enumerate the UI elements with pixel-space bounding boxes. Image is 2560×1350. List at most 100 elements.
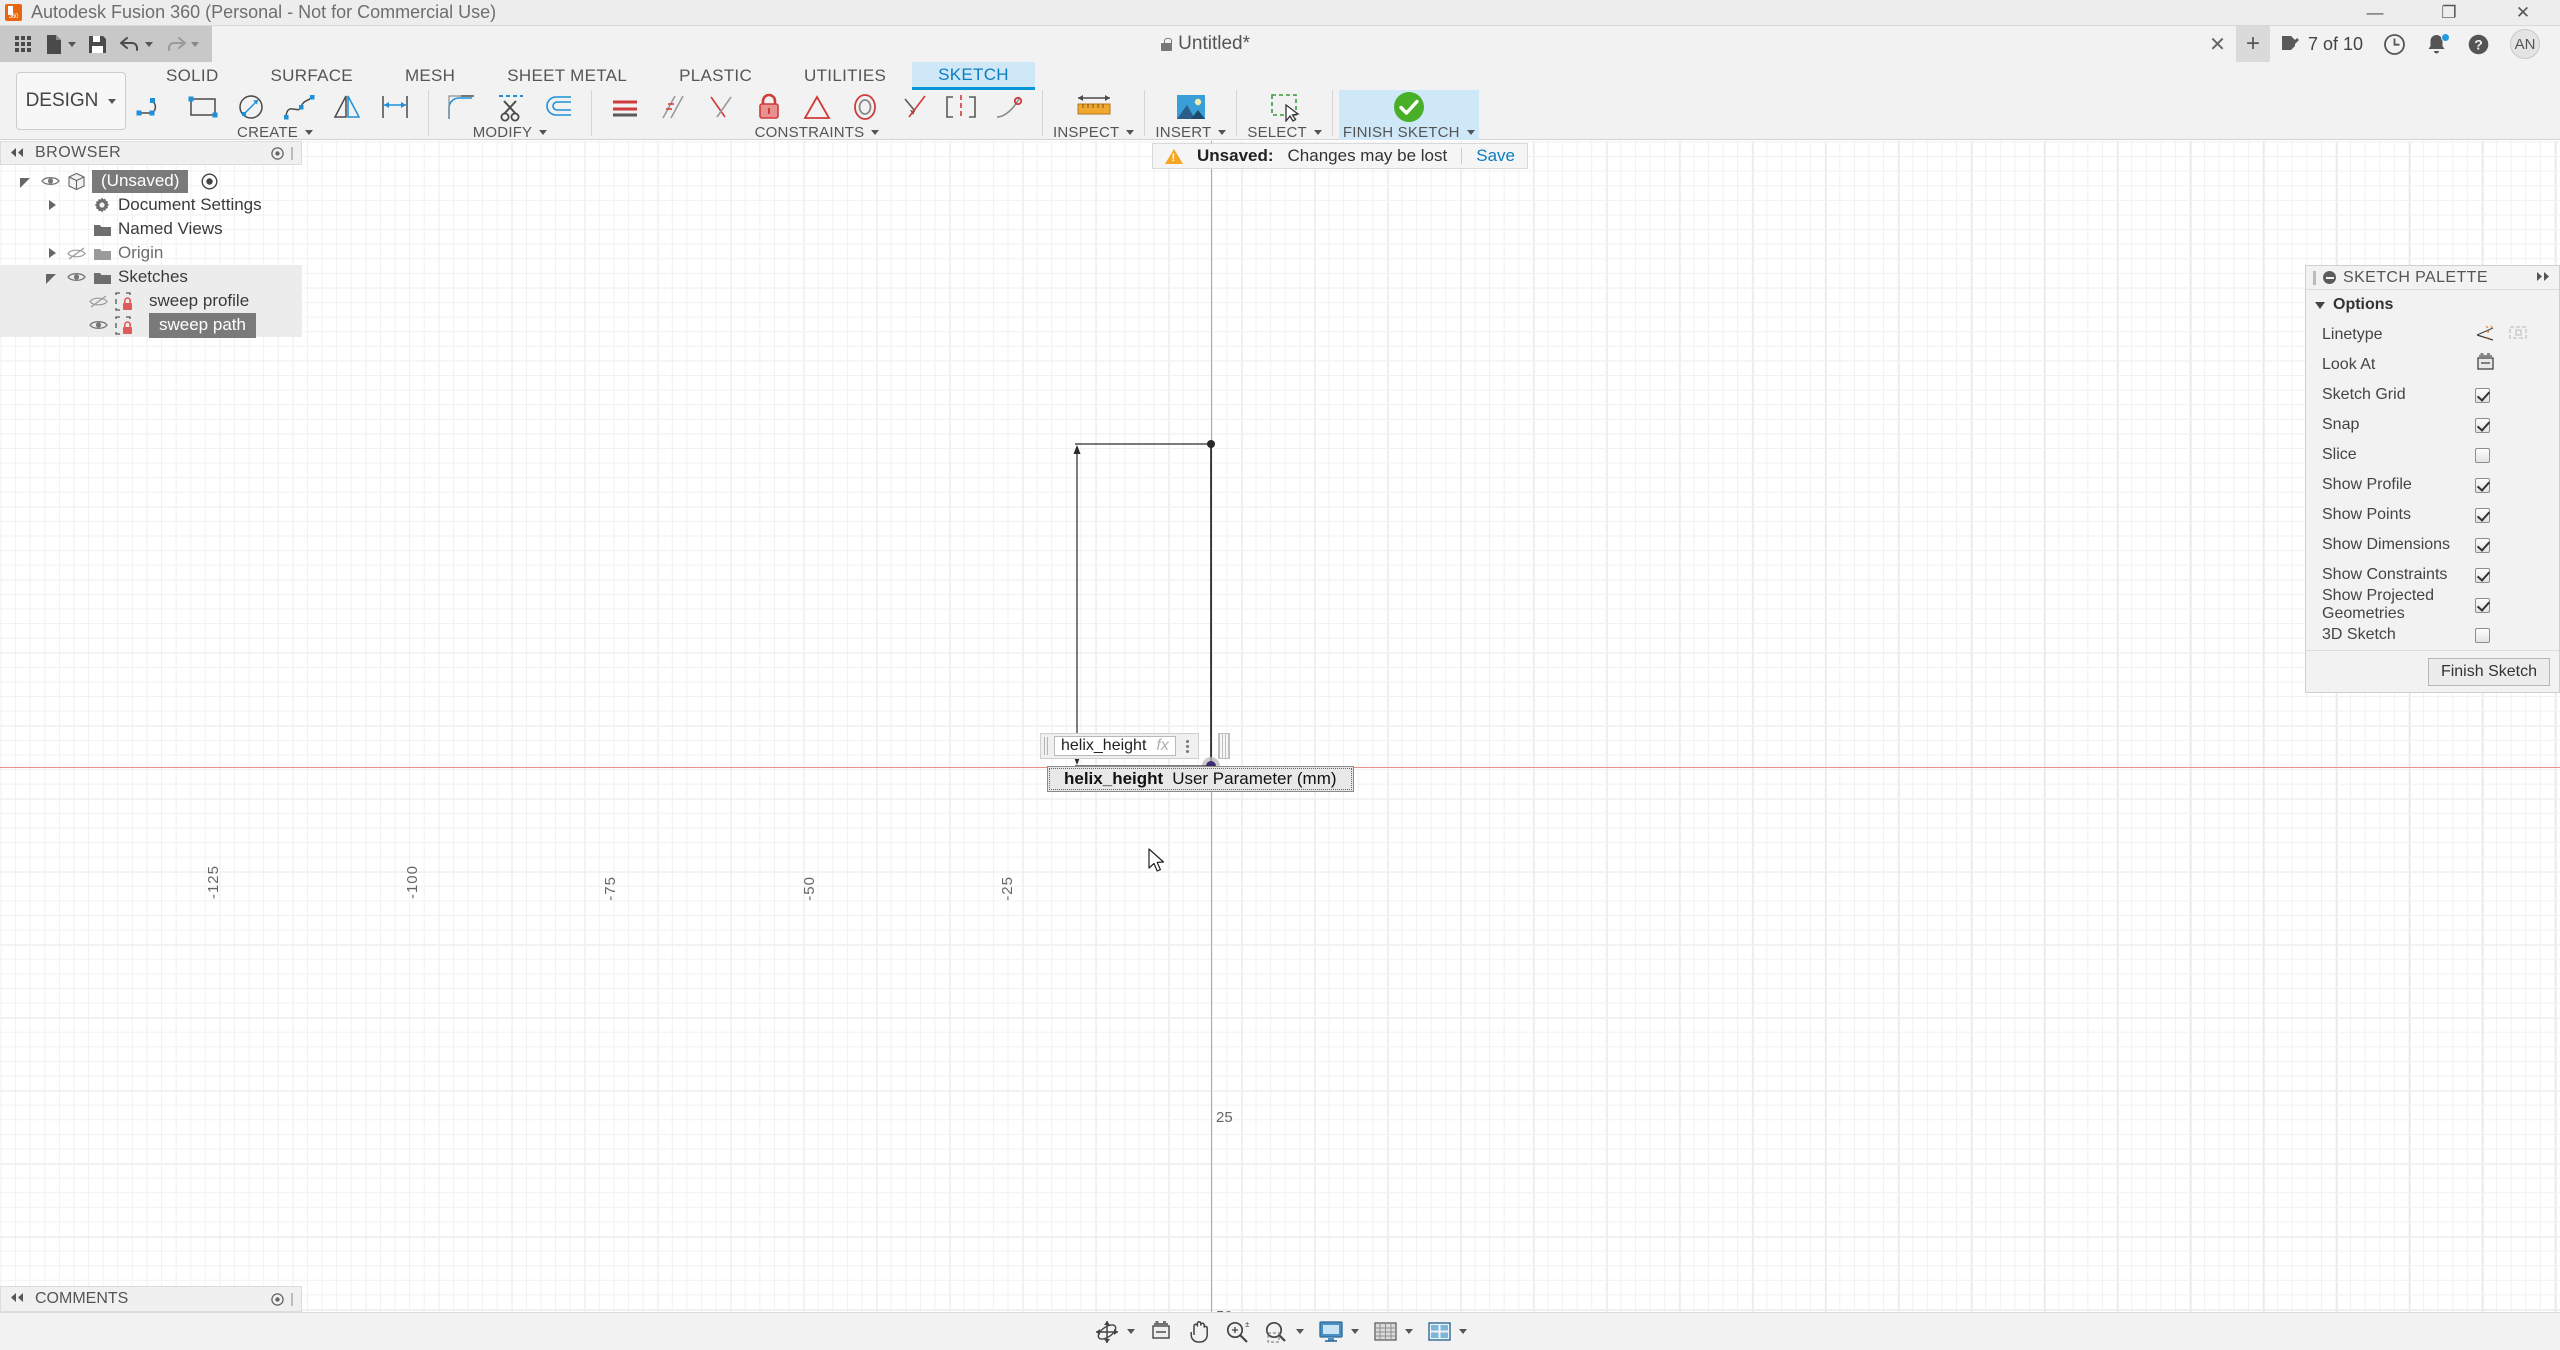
palette-drag-grip[interactable]: [2313, 271, 2316, 285]
construction-line-icon[interactable]: [2475, 324, 2496, 347]
display-settings-caret-icon[interactable]: [1351, 1329, 1359, 1334]
panel-finish-sketch[interactable]: FINISH SKETCH: [1339, 90, 1479, 140]
close-button[interactable]: ✕: [2486, 0, 2560, 26]
pan-hand-icon[interactable]: [1180, 1316, 1218, 1348]
line-icon[interactable]: [132, 90, 178, 124]
tree-item-origin[interactable]: Origin: [0, 241, 302, 265]
clock-icon[interactable]: [2373, 26, 2416, 62]
snap-checkbox[interactable]: [2475, 418, 2490, 433]
panel-constraints-label[interactable]: CONSTRAINTS: [755, 124, 880, 141]
select-window-icon[interactable]: [1258, 90, 1312, 124]
minimize-button[interactable]: —: [2338, 0, 2412, 26]
tab-mesh[interactable]: MESH: [379, 62, 481, 90]
tab-sheet-metal[interactable]: SHEET METAL: [481, 62, 653, 90]
options-section-header[interactable]: Options: [2306, 290, 2559, 320]
undo-caret-icon[interactable]: [145, 42, 153, 47]
expand-arrow-icon[interactable]: [44, 269, 60, 285]
curvature-icon[interactable]: [986, 90, 1032, 124]
close-tab-button[interactable]: ✕: [2199, 26, 2236, 62]
tree-item-named-views[interactable]: Named Views: [0, 217, 302, 241]
dimension-value-input[interactable]: helix_height fx: [1054, 736, 1176, 756]
bell-icon[interactable]: [2416, 26, 2457, 62]
double-chevron-right-icon[interactable]: [2534, 270, 2552, 285]
show-constraints-checkbox[interactable]: [2475, 568, 2490, 583]
measure-icon[interactable]: [1067, 90, 1121, 124]
fillet-icon[interactable]: [439, 90, 485, 124]
expand-arrow-icon[interactable]: [44, 245, 60, 261]
tangent-icon[interactable]: [890, 90, 936, 124]
look-at-icon[interactable]: [1142, 1316, 1180, 1348]
visibility-eye-icon[interactable]: [88, 318, 108, 332]
viewports-caret-icon[interactable]: [1459, 1329, 1467, 1334]
mirror-icon[interactable]: [324, 90, 370, 124]
tree-item-document-settings[interactable]: Document Settings: [0, 193, 302, 217]
visibility-eye-off-icon[interactable]: [88, 294, 108, 308]
perpendicular-icon[interactable]: [698, 90, 744, 124]
visibility-eye-icon[interactable]: [40, 174, 60, 188]
finish-sketch-button[interactable]: Finish Sketch: [2428, 658, 2550, 686]
symmetry-icon[interactable]: [938, 90, 984, 124]
fix-lock-icon[interactable]: [746, 90, 792, 124]
tab-sketch[interactable]: SKETCH: [912, 62, 1035, 90]
collapse-comments-icon[interactable]: [9, 1290, 26, 1308]
comments-options-icon[interactable]: [271, 1293, 293, 1306]
collapse-browser-icon[interactable]: [9, 142, 26, 164]
show-projected-geometries-checkbox[interactable]: [2475, 598, 2490, 613]
dimension-input-toolbar[interactable]: helix_height fx: [1040, 733, 1199, 759]
new-file-icon[interactable]: [40, 29, 81, 59]
offset-icon[interactable]: [535, 90, 581, 124]
comments-resize-grip[interactable]: [291, 1293, 293, 1306]
visibility-eye-off-icon[interactable]: [66, 246, 86, 260]
apps-grid-icon[interactable]: [8, 29, 38, 59]
new-file-caret-icon[interactable]: [68, 42, 76, 47]
look-at-icon[interactable]: [2475, 353, 2496, 377]
rectangle-icon[interactable]: [180, 90, 226, 124]
drag-grip-icon[interactable]: [1044, 737, 1050, 755]
visibility-eye-icon[interactable]: [66, 270, 86, 284]
show-points-checkbox[interactable]: [2475, 508, 2490, 523]
redo-caret-icon[interactable]: [191, 42, 199, 47]
zoom-icon[interactable]: ±: [1218, 1316, 1257, 1348]
concentric-icon[interactable]: [842, 90, 888, 124]
overflow-menu-icon[interactable]: [1180, 740, 1195, 753]
centerline-icon[interactable]: [2508, 324, 2528, 346]
finish-sketch-check-icon[interactable]: [1378, 90, 1440, 124]
tree-item-sweep-profile[interactable]: sweep profile: [0, 289, 302, 313]
panel-modify-label[interactable]: MODIFY: [473, 124, 548, 141]
tab-plastic[interactable]: PLASTIC: [653, 62, 778, 90]
orbit-icon[interactable]: [1087, 1316, 1142, 1348]
insert-image-icon[interactable]: [1164, 90, 1218, 124]
redo-icon[interactable]: [160, 29, 204, 59]
panel-select-label[interactable]: SELECT: [1247, 124, 1322, 141]
tree-item-sweep-path[interactable]: sweep path: [0, 313, 302, 337]
panel-create-label[interactable]: CREATE: [237, 124, 313, 141]
horizontal-vertical-icon[interactable]: [602, 90, 648, 124]
maximize-button[interactable]: ❐: [2412, 0, 2486, 26]
slice-checkbox[interactable]: [2475, 448, 2490, 463]
new-tab-button[interactable]: +: [2236, 26, 2270, 62]
orbit-caret-icon[interactable]: [1127, 1329, 1135, 1334]
3d-sketch-checkbox[interactable]: [2475, 628, 2490, 643]
equal-icon[interactable]: [794, 90, 840, 124]
show-profile-checkbox[interactable]: [2475, 478, 2490, 493]
fit-icon[interactable]: [1257, 1316, 1311, 1348]
tab-utilities[interactable]: UTILITIES: [778, 62, 912, 90]
sketch-canvas[interactable]: -125 -100 -75 -50 -25 25 50 Unsaved: Cha…: [0, 141, 2560, 1321]
help-icon[interactable]: ?: [2457, 26, 2500, 62]
trim-icon[interactable]: [487, 90, 533, 124]
circle-icon[interactable]: [228, 90, 274, 124]
undo-icon[interactable]: [114, 29, 158, 59]
expand-arrow-icon[interactable]: [18, 173, 34, 189]
display-settings-icon[interactable]: [1311, 1316, 1366, 1348]
panel-finish-sketch-label[interactable]: FINISH SKETCH: [1343, 124, 1475, 141]
tab-solid[interactable]: SOLID: [140, 62, 245, 90]
parallel-icon[interactable]: [650, 90, 696, 124]
sketch-grid-checkbox[interactable]: [2475, 388, 2490, 403]
minus-circle-icon[interactable]: [2323, 271, 2336, 284]
avatar[interactable]: AN: [2500, 26, 2550, 62]
sketch-palette-header[interactable]: SKETCH PALETTE: [2306, 266, 2559, 290]
spline-icon[interactable]: [276, 90, 322, 124]
expand-arrow-icon[interactable]: [44, 197, 60, 213]
save-icon[interactable]: [83, 29, 112, 59]
dimension-resize-handle[interactable]: [1218, 733, 1230, 759]
